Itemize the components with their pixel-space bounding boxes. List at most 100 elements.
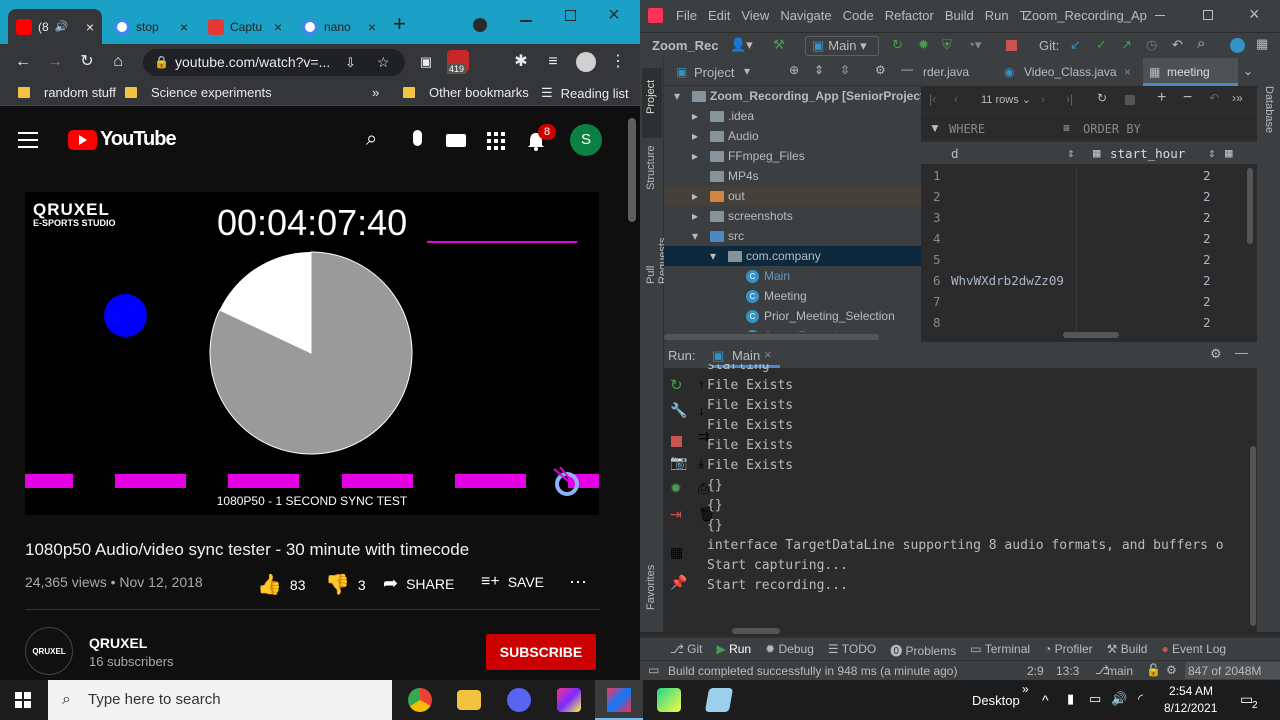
tab-youtube[interactable]: (8 🔊 × bbox=[8, 9, 102, 44]
cell-start-hour[interactable]: 2 bbox=[1203, 231, 1211, 246]
save-button[interactable]: ≡+ SAVE bbox=[481, 573, 544, 591]
editor-tab-recorder[interactable]: rder.java bbox=[923, 65, 969, 79]
run-config-selector[interactable]: ▣ Main ▾ bbox=[805, 36, 879, 56]
file-explorer-taskbar-icon[interactable] bbox=[457, 690, 481, 710]
where-filter-input[interactable]: WHERE bbox=[949, 122, 985, 136]
maximize-button[interactable] bbox=[565, 10, 576, 21]
cell-start-hour[interactable]: 2 bbox=[1203, 252, 1211, 267]
scroll-to-end-icon[interactable]: ⤓ bbox=[698, 454, 704, 471]
expand-arrow-icon[interactable]: ▸ bbox=[692, 106, 710, 126]
last-page-icon[interactable]: ›| bbox=[1066, 92, 1073, 106]
expand-all-icon[interactable]: ⇕ bbox=[814, 63, 824, 77]
tree-item[interactable]: C Main bbox=[664, 266, 921, 286]
debug-icon[interactable]: ✹ bbox=[918, 37, 929, 53]
locate-file-icon[interactable]: ⊕ bbox=[789, 63, 799, 77]
expand-arrow-icon[interactable]: ▾ bbox=[692, 226, 710, 246]
add-row-icon[interactable]: + bbox=[1157, 89, 1166, 107]
editor-tab-video-class[interactable]: Video_Class.java bbox=[1024, 65, 1117, 79]
db-stop-icon[interactable] bbox=[1125, 95, 1135, 105]
microphone-icon[interactable] bbox=[413, 130, 422, 146]
subscribe-button[interactable]: SUBSCRIBE bbox=[486, 634, 596, 670]
pycharm-taskbar-icon[interactable] bbox=[657, 688, 681, 712]
discord-taskbar-icon[interactable] bbox=[507, 688, 531, 712]
toolbar-overflow-icon[interactable]: » bbox=[1022, 682, 1029, 696]
order-by-input[interactable]: ORDER BY bbox=[1083, 122, 1141, 136]
hamburger-menu-icon[interactable] bbox=[18, 132, 38, 148]
profile-run-icon[interactable]: ◔▾ bbox=[967, 37, 981, 53]
hide-panel-icon[interactable]: — bbox=[901, 62, 913, 76]
column-selection[interactable]: 13:3 bbox=[1056, 664, 1079, 678]
table-row[interactable]: 42 bbox=[921, 229, 1257, 250]
prev-page-icon[interactable]: ‹ bbox=[954, 92, 958, 106]
tree-item[interactable]: C Prior_Meeting_Selection bbox=[664, 306, 921, 326]
table-row[interactable]: 22 bbox=[921, 187, 1257, 208]
close-tab-icon[interactable]: × bbox=[1124, 65, 1131, 79]
share-button[interactable]: ➦ SHARE bbox=[383, 573, 454, 594]
bookmark-science[interactable]: Science experiments bbox=[125, 85, 272, 100]
close-tab-icon[interactable]: × bbox=[274, 19, 282, 35]
close-window-button[interactable]: × bbox=[608, 4, 620, 27]
console-output[interactable]: starting File Exists File Exists File Exist… bbox=[707, 364, 1233, 626]
stop-icon[interactable] bbox=[1006, 40, 1017, 51]
menu-code[interactable]: Code bbox=[843, 8, 874, 23]
db-refresh-icon[interactable]: ↻ bbox=[1097, 91, 1107, 105]
expand-arrow-icon[interactable]: ▸ bbox=[692, 126, 710, 146]
channel-avatar[interactable]: QRUXEL bbox=[25, 627, 73, 675]
tree-item[interactable]: ▸ out bbox=[664, 186, 921, 206]
tree-item[interactable]: ▾ src bbox=[664, 226, 921, 246]
youtube-brand[interactable]: YouTube bbox=[100, 128, 177, 151]
expand-arrow-icon[interactable]: ▾ bbox=[710, 246, 728, 266]
channel-name[interactable]: QRUXEL bbox=[89, 635, 147, 651]
tree-item[interactable]: ▸ Audio bbox=[664, 126, 921, 146]
taskbar-search[interactable]: ⌕ Type here to search bbox=[48, 680, 392, 720]
cell-start-hour[interactable]: 2 bbox=[1203, 210, 1211, 225]
debug-tool-tab[interactable]: ✹ Debug bbox=[765, 642, 814, 659]
search-everywhere-icon[interactable]: ⌕ bbox=[1197, 35, 1205, 52]
page-scrollbar[interactable] bbox=[628, 118, 636, 222]
menu-file[interactable]: File bbox=[676, 8, 697, 23]
lock-icon[interactable]: 🔓 bbox=[1146, 663, 1161, 677]
home-icon[interactable]: ⌂ bbox=[108, 52, 128, 72]
cell-start-hour[interactable]: 2 bbox=[1203, 315, 1211, 330]
windows-start-icon[interactable] bbox=[15, 692, 31, 708]
revert-icon[interactable]: ↶ bbox=[1209, 91, 1219, 105]
column-header-start-hour[interactable]: start_hour bbox=[1110, 146, 1185, 161]
reading-list-icon[interactable]: ≡ bbox=[543, 52, 563, 72]
usb-icon[interactable]: ▮ bbox=[1067, 691, 1074, 707]
ide-update-icon[interactable] bbox=[1230, 38, 1245, 53]
tab-search-button[interactable] bbox=[473, 18, 487, 32]
expand-arrow-icon[interactable]: ▸ bbox=[692, 146, 710, 166]
menu-view[interactable]: View bbox=[741, 8, 769, 23]
problems-tool-tab[interactable]: ⓿ Problems bbox=[890, 642, 956, 659]
battery-icon[interactable]: ▭ bbox=[1089, 691, 1101, 707]
clock-date[interactable]: 8/12/2021 bbox=[1164, 701, 1217, 715]
grid-vscroll[interactable] bbox=[1247, 168, 1253, 244]
rows-count[interactable]: 11 rows ⌄ bbox=[981, 93, 1031, 106]
table-row[interactable]: 6 WhvWXdrb2dwZz09 2 bbox=[921, 271, 1257, 292]
scroll-up-icon[interactable]: ↑ bbox=[698, 376, 705, 392]
tab-capture[interactable]: Captu × bbox=[200, 9, 290, 44]
settings-gear-icon[interactable]: ⚙ bbox=[875, 63, 886, 77]
sort-arrows-icon[interactable]: ⇕ bbox=[1067, 145, 1075, 160]
stop-process-icon[interactable] bbox=[671, 436, 682, 447]
chrome-taskbar-icon[interactable] bbox=[408, 688, 432, 712]
expand-arrow-icon[interactable]: ▾ bbox=[674, 86, 692, 106]
caret-position[interactable]: 2:9 bbox=[1027, 664, 1044, 678]
git-push-icon[interactable]: ↗ bbox=[1121, 37, 1132, 53]
table-row[interactable]: 72 bbox=[921, 292, 1257, 313]
table-row[interactable]: 52 bbox=[921, 250, 1257, 271]
tree-item[interactable]: C Meeting bbox=[664, 286, 921, 306]
tree-item[interactable]: ▾ Zoom_Recording_App [SeniorProject2 bbox=[664, 86, 921, 106]
console-vscroll[interactable] bbox=[1250, 446, 1256, 626]
youtube-logo-icon[interactable] bbox=[68, 130, 97, 150]
git-update-icon[interactable]: ↙ bbox=[1070, 37, 1081, 53]
console-hscroll[interactable] bbox=[732, 628, 780, 634]
menu-navigate[interactable]: Navigate bbox=[780, 8, 831, 23]
git-branch[interactable]: main bbox=[1107, 664, 1133, 678]
cell-start-hour[interactable]: 2 bbox=[1203, 189, 1211, 204]
favorites-tool-tab[interactable]: Favorites bbox=[645, 565, 657, 610]
install-icon[interactable]: ⇩ bbox=[345, 49, 356, 76]
coverage-icon[interactable]: ⛨ bbox=[942, 37, 952, 53]
exit-icon[interactable]: ⇥ bbox=[670, 506, 682, 523]
git-commit-icon[interactable]: ✓ bbox=[1096, 37, 1107, 53]
